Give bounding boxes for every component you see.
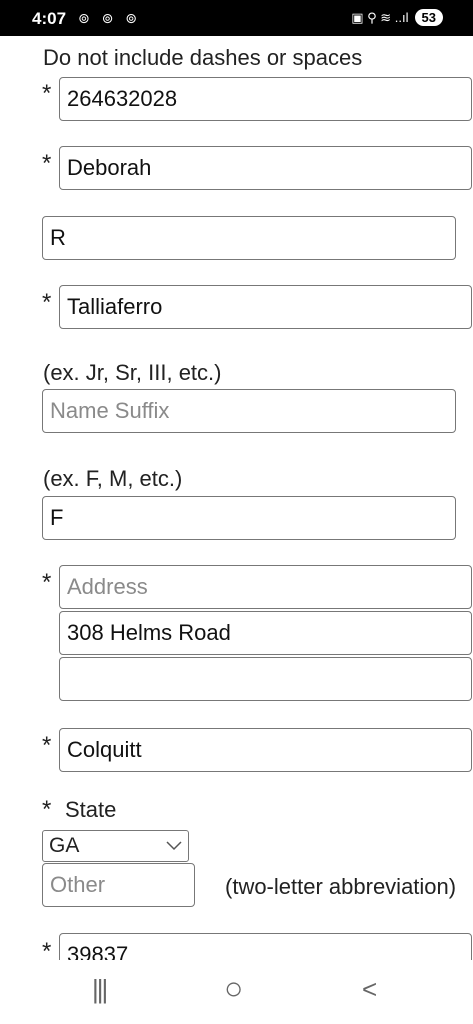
gender-hint: (ex. F, M, etc.) — [43, 466, 183, 491]
battery-icon: 53 — [414, 9, 443, 26]
system-icons: ▣ ⚲ ≋ ..ıl 53 — [351, 9, 443, 26]
required-asterisk: * — [42, 732, 52, 759]
zip-input[interactable] — [59, 933, 472, 960]
chevron-down-icon — [166, 841, 182, 851]
state-other-hint: (two-letter abbreviation) — [225, 874, 457, 899]
recents-button[interactable]: ||| — [92, 974, 108, 1005]
gender-input[interactable] — [42, 496, 456, 540]
status-time: 4:07 — [32, 9, 67, 28]
signal-wifi-icon: ▣ ⚲ ≋ ..ıl — [351, 9, 409, 25]
home-button[interactable]: ○ — [224, 970, 243, 1007]
ssn-hint: Do not include dashes or spaces — [43, 45, 363, 70]
address-line2-input[interactable] — [59, 611, 472, 655]
required-asterisk: * — [42, 150, 52, 177]
address-line3-input[interactable] — [59, 657, 472, 701]
state-other-input[interactable] — [42, 863, 195, 907]
form-content: Do not include dashes or spaces * * * (e… — [0, 36, 473, 960]
state-selected-value: GA — [49, 834, 80, 857]
required-asterisk: * — [42, 569, 52, 596]
last-name-input[interactable] — [59, 285, 472, 329]
middle-initial-input[interactable] — [42, 216, 456, 260]
required-asterisk: * — [42, 938, 52, 960]
state-label: State — [65, 797, 117, 822]
back-button[interactable]: < — [362, 974, 377, 1005]
required-asterisk: * — [42, 80, 52, 107]
ssn-input[interactable] — [59, 77, 472, 121]
city-input[interactable] — [59, 728, 472, 772]
required-asterisk: * — [42, 796, 52, 823]
first-name-input[interactable] — [59, 146, 472, 190]
status-bar: 4:07 ⊚ ⊚ ⊚ ▣ ⚲ ≋ ..ıl 53 — [0, 0, 473, 36]
address-line1-input[interactable] — [59, 565, 472, 609]
suffix-hint: (ex. Jr, Sr, III, etc.) — [43, 360, 222, 385]
state-select[interactable]: GA — [42, 830, 189, 862]
name-suffix-input[interactable] — [42, 389, 456, 433]
notification-icons: ⊚ ⊚ ⊚ — [78, 10, 141, 26]
required-asterisk: * — [42, 289, 52, 316]
system-nav-bar: ||| ○ < — [0, 960, 473, 1024]
